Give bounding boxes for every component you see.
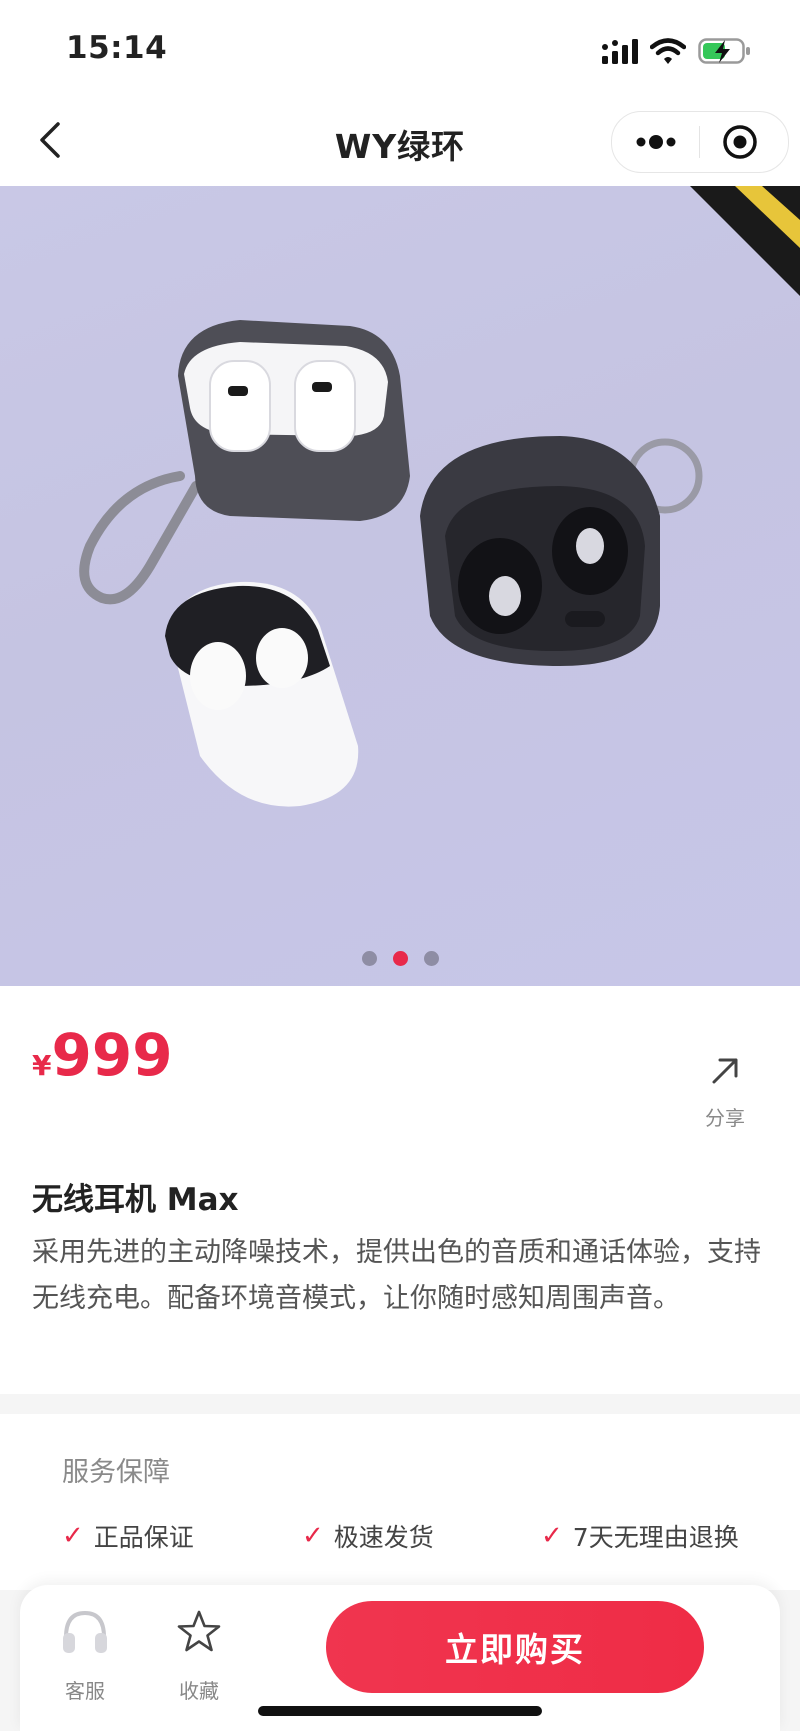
wifi-icon	[650, 38, 686, 64]
buy-now-button[interactable]: 立即购买	[326, 1601, 704, 1693]
carousel-dot[interactable]	[361, 951, 377, 966]
product-info: ¥999 分享 无线耳机 Max 采用先进的主动降噪技术，提供出色的音质和通话体…	[0, 986, 800, 1394]
check-icon: ✓	[541, 1521, 563, 1551]
favorite-button[interactable]: 收藏	[154, 1607, 244, 1704]
service-label: 正品保证	[93, 1523, 194, 1552]
product-image-carousel[interactable]	[0, 186, 800, 986]
status-bar: 15:14	[0, 0, 800, 96]
service-item: ✓ 极速发货	[302, 1518, 434, 1554]
favorite-label: 收藏	[179, 1679, 219, 1703]
status-icons	[582, 34, 762, 68]
price-amount: 999	[51, 1021, 173, 1089]
nav-bar: WY绿环	[0, 96, 800, 186]
product-image	[79, 186, 800, 807]
check-icon: ✓	[302, 1521, 324, 1551]
currency-symbol: ¥	[32, 1049, 52, 1082]
home-indicator	[258, 1706, 542, 1716]
more-icon[interactable]	[634, 128, 678, 156]
service-label: 极速发货	[333, 1523, 434, 1552]
customer-service-label: 客服	[65, 1679, 105, 1703]
airpods-pro-case	[178, 320, 410, 521]
product-title: 无线耳机 Max	[32, 1182, 239, 1218]
close-mini-program-icon[interactable]	[722, 124, 758, 160]
check-icon: ✓	[62, 1521, 84, 1551]
customer-service-button[interactable]: 客服	[40, 1607, 130, 1704]
carousel-dot[interactable]	[423, 951, 439, 966]
status-time: 15:14	[66, 30, 168, 66]
pixel-buds-case	[165, 581, 359, 807]
capsule-divider	[699, 126, 700, 158]
cellular-signal-icon	[602, 39, 638, 64]
share-button[interactable]: 分享	[690, 1054, 760, 1131]
price: ¥999	[32, 1026, 173, 1084]
service-label: 7天无理由退换	[572, 1523, 739, 1552]
carousel-dot-active[interactable]	[392, 951, 408, 966]
service-item: ✓ 7天无理由退换	[541, 1518, 739, 1554]
galaxy-buds-case	[420, 436, 703, 666]
arrow-up-right-icon	[712, 1058, 738, 1084]
product-description: 采用先进的主动降噪技术，提供出色的音质和通话体验，支持无线充电。配备环境音模式，…	[32, 1237, 761, 1314]
battery-charging-icon	[698, 38, 750, 64]
mini-program-capsule	[611, 111, 789, 173]
share-label: 分享	[705, 1106, 745, 1130]
carousel-dots	[0, 951, 800, 970]
service-guarantee: 服务保障 ✓ 正品保证 ✓ 极速发货 ✓ 7天无理由退换	[0, 1414, 800, 1590]
ruler-decoration	[690, 186, 800, 296]
star-icon	[177, 1610, 221, 1652]
service-title: 服务保障	[62, 1457, 170, 1488]
headphones-icon	[63, 1610, 107, 1653]
service-item: ✓ 正品保证	[62, 1518, 194, 1554]
